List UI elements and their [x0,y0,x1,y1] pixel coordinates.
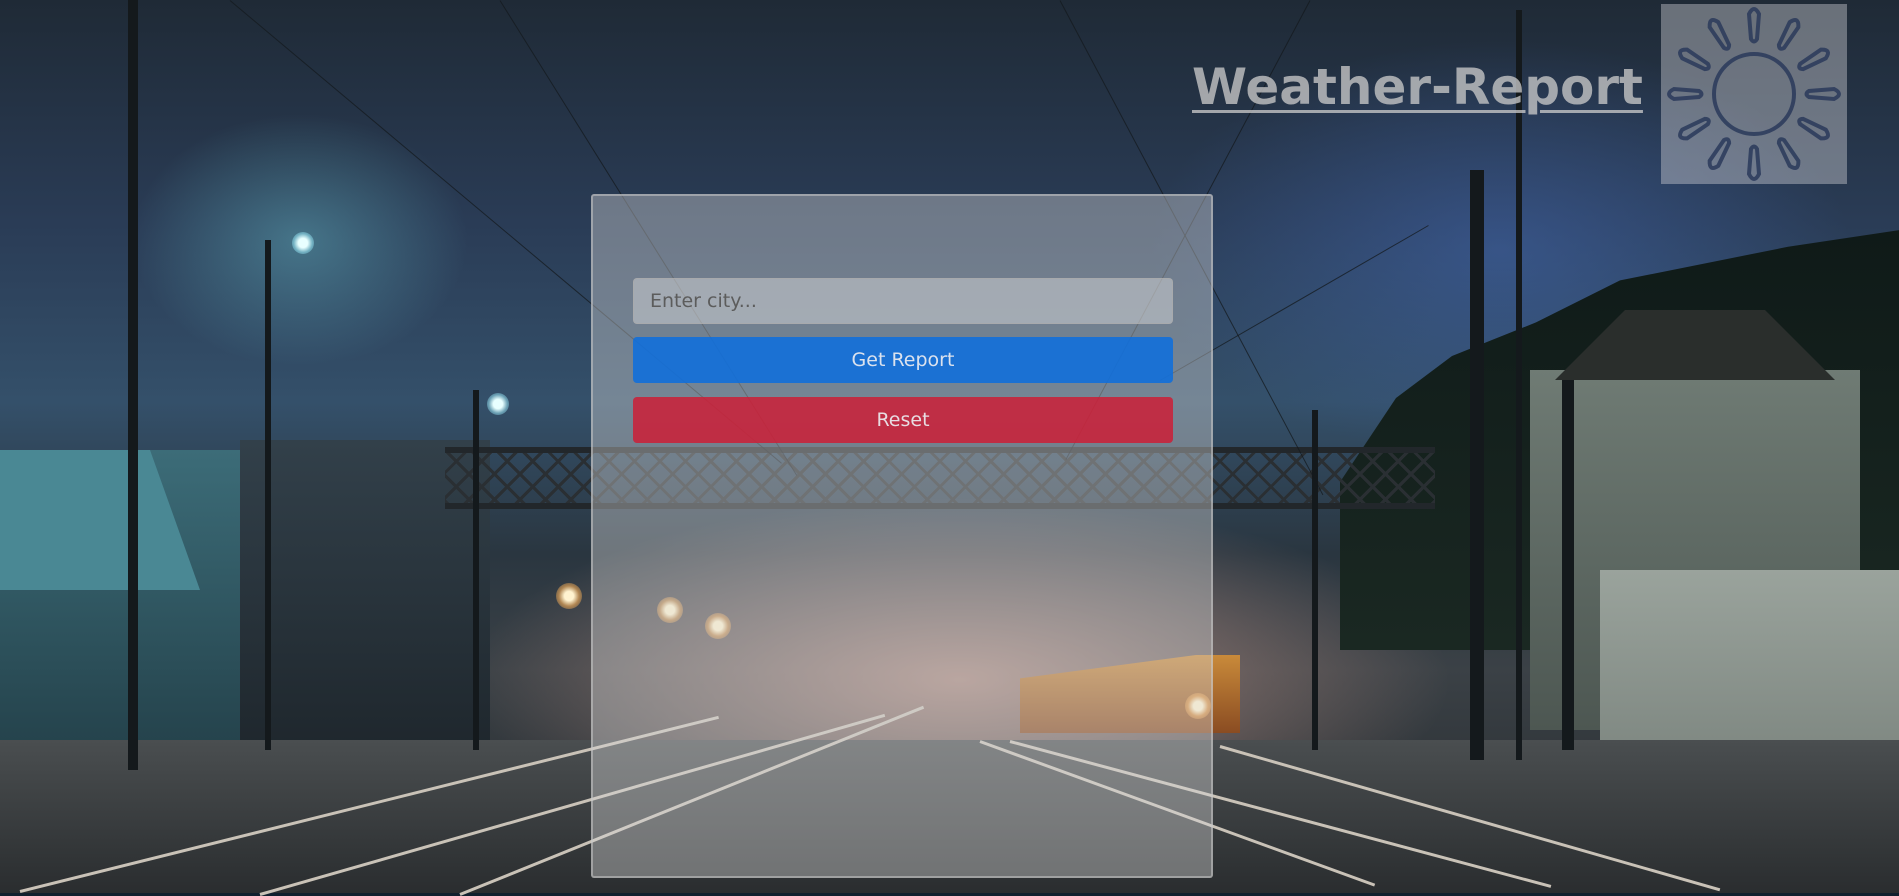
reset-button[interactable]: Reset [633,397,1173,443]
background-pole [1516,10,1522,760]
get-report-button[interactable]: Get Report [633,337,1173,383]
sun-icon [1667,7,1841,181]
background-light [556,583,582,609]
city-input[interactable] [633,278,1173,324]
weather-form-panel: Get Report Reset [591,194,1213,878]
background-street-lamp [487,393,509,415]
page-title[interactable]: Weather-Report [1192,58,1659,116]
background-pole [1312,410,1318,750]
logo [1661,4,1847,184]
background-pole [265,240,271,750]
background-pole [1562,380,1574,750]
background-street-lamp [292,232,314,254]
background-pole [473,390,479,750]
background-pole [1470,170,1484,760]
background-pole [128,0,138,770]
background-house-left [0,450,240,780]
